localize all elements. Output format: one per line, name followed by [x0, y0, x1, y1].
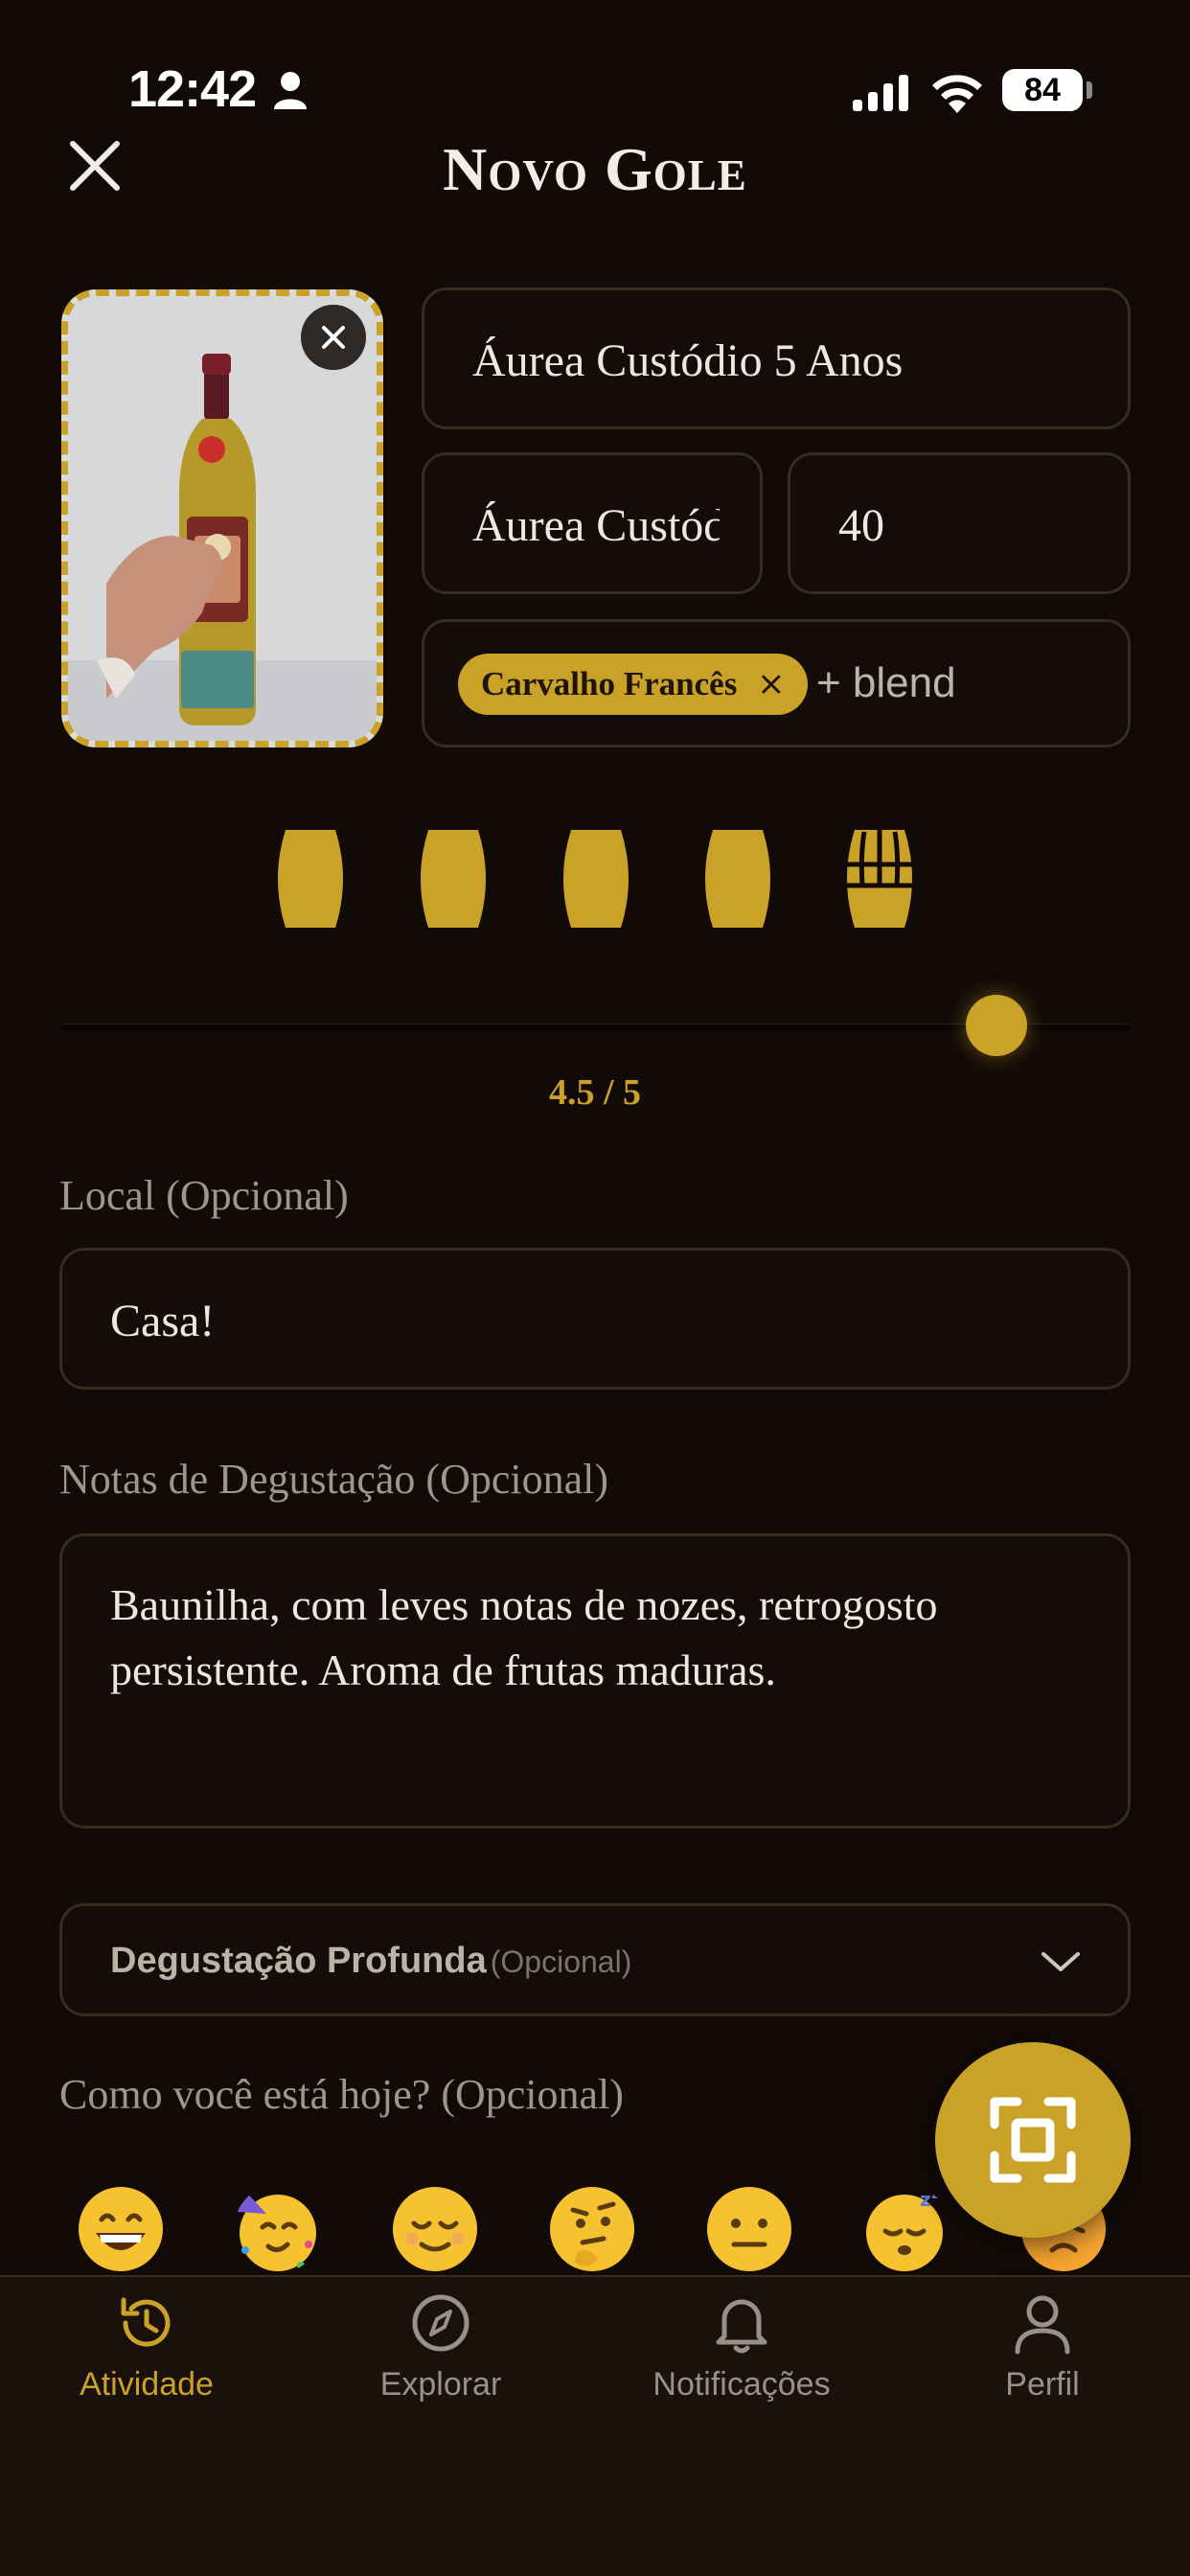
local-label: Local (Opcional)	[59, 1172, 349, 1219]
page-title: Novo Gole	[443, 135, 747, 203]
notes-label: Notas de Degustação (Opcional)	[59, 1456, 609, 1503]
tab-notificacoes[interactable]: Notificações	[598, 2290, 885, 2404]
person-icon	[1015, 2295, 1070, 2355]
spirit-name-value: Áurea Custódio 5 Anos	[472, 335, 904, 386]
barrel-half-rating-icon[interactable]	[839, 826, 920, 932]
scan-button[interactable]	[935, 2042, 1131, 2238]
local-field[interactable]: Casa!	[59, 1248, 1131, 1390]
relieved-face-icon[interactable]	[391, 2185, 479, 2273]
wood-chip[interactable]: Carvalho Francês ×	[458, 654, 809, 715]
rating-value: 4.5 / 5	[548, 1072, 642, 1113]
tasting-notes-field[interactable]: Baunilha, com leves notas de nozes, retr…	[59, 1533, 1131, 1828]
tab-atividade[interactable]: Atividade	[3, 2290, 290, 2404]
grinning-face-icon[interactable]	[77, 2185, 165, 2273]
tab-perfil[interactable]: Perfil	[899, 2290, 1186, 2404]
deep-tasting-title: Degustação Profunda	[110, 1941, 487, 1981]
remove-photo-button[interactable]	[301, 305, 366, 370]
wood-chip-label: Carvalho Francês	[481, 665, 738, 702]
spirit-name-field[interactable]: Áurea Custódio 5 Anos	[422, 288, 1131, 429]
tab-explorar[interactable]: Explorar	[297, 2290, 584, 2404]
wifi-icon	[932, 75, 982, 113]
producer-field[interactable]: Áurea Custódio	[422, 452, 763, 594]
history-icon	[121, 2297, 171, 2347]
person-status-icon	[274, 72, 307, 109]
status-time: 12:42	[128, 60, 257, 118]
abv-value: 40	[838, 500, 884, 551]
tasting-notes-value: Baunilha, com leves notas de nozes, retr…	[110, 1580, 938, 1694]
tab-atividade-label: Atividade	[80, 2366, 214, 2403]
chip-remove-icon[interactable]: ×	[757, 665, 785, 703]
barrel-rating-icon[interactable]	[413, 826, 493, 932]
bell-icon	[716, 2299, 767, 2354]
local-value: Casa!	[110, 1296, 216, 1346]
mood-label: Como você está hoje? (Opcional)	[59, 2071, 624, 2118]
tab-notificacoes-label: Notificações	[652, 2366, 831, 2403]
cellular-signal-icon	[853, 75, 908, 111]
tab-explorar-label: Explorar	[379, 2366, 502, 2403]
battery-tip	[1087, 81, 1092, 99]
barrel-rating-icon[interactable]	[270, 826, 351, 932]
partying-face-icon[interactable]	[234, 2185, 322, 2273]
neutral-face-icon[interactable]	[705, 2185, 793, 2273]
svg-text:z: z	[920, 2188, 931, 2211]
scan-icon	[990, 2097, 1076, 2183]
rating-slider-thumb[interactable]	[966, 995, 1027, 1056]
tab-perfil-label: Perfil	[1005, 2366, 1080, 2403]
deep-tasting-optional: (Opcional)	[490, 1944, 632, 1979]
compass-icon	[412, 2294, 469, 2352]
barrel-rating-icon[interactable]	[556, 826, 636, 932]
battery-indicator: 84	[1002, 69, 1083, 111]
producer-value: Áurea Custódio	[472, 500, 720, 551]
barrel-rating-icon[interactable]	[698, 826, 778, 932]
thinking-face-icon[interactable]	[548, 2185, 636, 2273]
add-blend-button[interactable]: + blend	[816, 659, 956, 707]
chevron-down-icon	[1041, 1952, 1080, 1971]
deep-tasting-dropdown[interactable]: Degustação Profunda (Opcional)	[59, 1903, 1131, 2016]
abv-field[interactable]: 40	[788, 452, 1131, 594]
